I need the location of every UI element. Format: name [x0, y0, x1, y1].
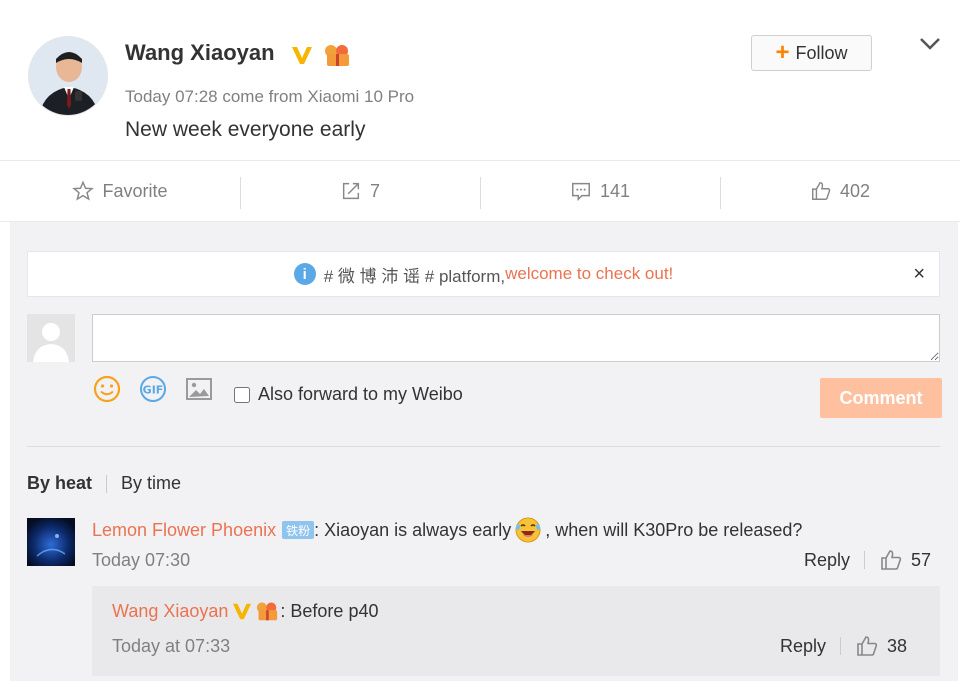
platform-notice: i # 微 博 沛 谣 # platform, welcome to check… [27, 251, 940, 297]
info-icon: i [293, 263, 316, 285]
nested-reply: Wang Xiaoyan : Before p40 Today at 07:33… [92, 586, 940, 676]
current-user-avatar [27, 314, 75, 362]
reply-line: Wang Xiaoyan : Before p40 [112, 600, 378, 622]
thumbs-up-icon [881, 550, 902, 570]
sort-tabs: By heat By time [27, 473, 181, 494]
comment-like-count: 57 [911, 549, 932, 570]
forward-icon [342, 182, 360, 200]
fan-badge: 铁粉 [282, 521, 315, 539]
verified-v-icon [292, 47, 312, 64]
reply-text: : Before p40 [280, 600, 379, 621]
sort-by-time[interactable]: By time [121, 473, 181, 494]
commenter-name[interactable]: Lemon Flower Phoenix [92, 520, 276, 541]
reply-button[interactable]: Reply [804, 550, 850, 571]
close-icon[interactable]: × [913, 263, 925, 286]
favorite-button[interactable]: Favorite [0, 161, 240, 221]
notice-link[interactable]: welcome to check out! [505, 264, 673, 284]
reply-author-name[interactable]: Wang Xiaoyan [112, 601, 228, 622]
post-action-bar: Favorite 7 141 402 [0, 160, 960, 222]
comment-toggle-button[interactable]: 141 [480, 161, 720, 221]
svg-text:GIF: GIF [143, 384, 164, 397]
post-meta: Today 07:28 come from Xiaomi 10 Pro [125, 87, 415, 106]
comment-submit-button[interactable]: Comment [820, 378, 942, 418]
reply-button[interactable]: Reply [780, 636, 826, 657]
divider [27, 446, 940, 447]
comment-text-end: , when will K30Pro be released? [545, 519, 803, 540]
comment-section: i # 微 博 沛 谣 # platform, welcome to check… [10, 222, 958, 681]
reply-time: Today at 07:33 [112, 636, 231, 656]
sort-separator [106, 474, 108, 493]
author-avatar[interactable] [28, 36, 108, 116]
thumbs-up-icon [811, 182, 831, 200]
thumbs-up-icon [857, 636, 878, 656]
star-icon [72, 180, 95, 201]
commenter-avatar[interactable] [27, 518, 75, 566]
comment-icon [571, 182, 590, 202]
comment-like-button[interactable]: 57 [879, 548, 931, 572]
like-count: 402 [839, 180, 871, 201]
member-crown-icon [257, 602, 278, 621]
plus-icon: + [775, 39, 790, 66]
comment-input[interactable] [92, 314, 940, 362]
verified-v-icon [233, 603, 252, 620]
chevron-down-icon[interactable] [918, 34, 942, 54]
forward-count: 7 [369, 180, 380, 201]
forward-button[interactable]: 7 [240, 161, 480, 221]
comment-text-start: : Xiaoyan is always early [314, 519, 512, 540]
forward-checkbox[interactable] [234, 386, 250, 403]
reply-like-button[interactable]: 38 [855, 634, 907, 658]
favorite-label: Favorite [102, 180, 168, 201]
member-crown-icon [325, 45, 349, 66]
author-name[interactable]: Wang Xiaoyan [125, 40, 275, 66]
comment-line: Lemon Flower Phoenix 铁粉 : Xiaoyan is alw… [92, 516, 802, 544]
post-card: Wang Xiaoyan Today 07:28 come from Xiaom… [0, 0, 960, 160]
gif-icon[interactable]: GIF [138, 374, 168, 404]
image-icon[interactable] [184, 374, 214, 404]
comment-count: 141 [599, 180, 631, 201]
forward-label: Also forward to my Weibo [258, 384, 463, 404]
follow-label: Follow [795, 42, 848, 63]
sort-by-heat[interactable]: By heat [27, 473, 92, 494]
notice-prefix: # 微 博 沛 谣 # platform, [323, 266, 506, 286]
follow-button[interactable]: + Follow [751, 35, 872, 71]
comment-time: Today 07:30 [92, 550, 191, 570]
reply-like-count: 38 [887, 635, 908, 656]
like-button[interactable]: 402 [720, 161, 960, 221]
action-separator [840, 637, 842, 655]
reply-actions: Reply 38 [780, 634, 907, 658]
laughing-emoji-icon [515, 517, 541, 543]
emoji-smile-icon[interactable] [92, 374, 122, 404]
post-text: New week everyone early [125, 118, 366, 141]
comment-actions: Reply 57 [804, 548, 931, 572]
action-separator [864, 551, 866, 569]
forward-option[interactable]: Also forward to my Weibo [234, 384, 463, 405]
